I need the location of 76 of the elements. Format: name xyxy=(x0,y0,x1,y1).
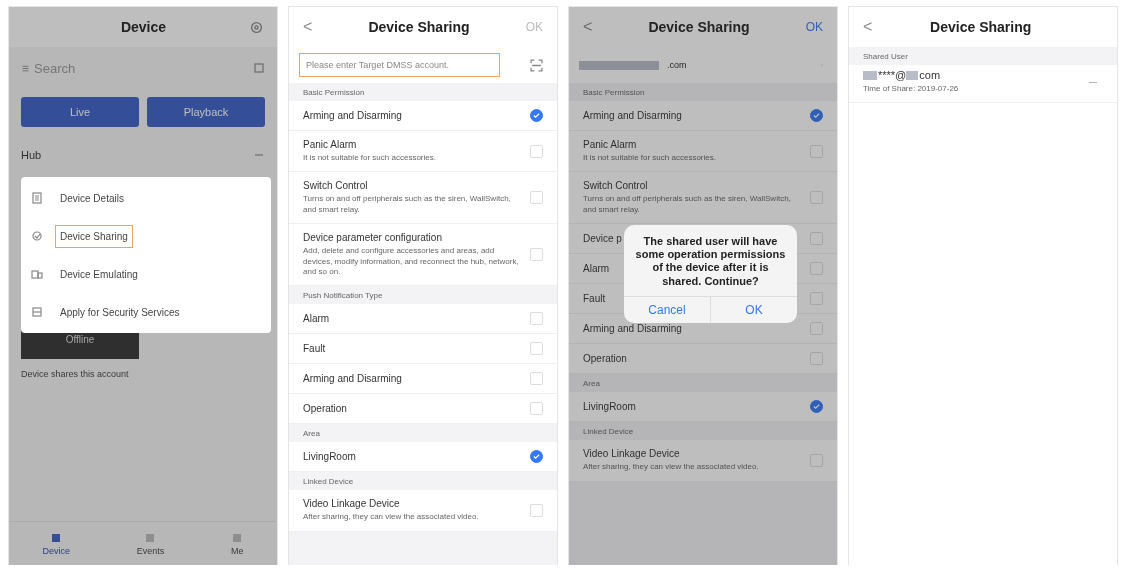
action-button[interactable]: Live xyxy=(21,97,139,127)
action-button[interactable]: Playback xyxy=(147,97,265,127)
account-domain: com xyxy=(919,69,941,81)
screen-title: Device Sharing xyxy=(930,19,1032,35)
check-circle-icon xyxy=(31,230,43,242)
permission-description: Turns on and off peripherals such as the siren, WallSwitch, and smart relay. xyxy=(303,194,512,216)
permission-label: Device p xyxy=(583,233,622,245)
permission-description: After sharing, they can view the associated video. xyxy=(583,462,759,473)
screen-title: Device xyxy=(120,19,167,35)
checkbox[interactable] xyxy=(530,109,543,122)
permission-label: Alarm xyxy=(303,313,330,325)
more-button[interactable]: — xyxy=(1083,75,1103,88)
list-icon xyxy=(31,192,43,204)
dialog-message: The shared user will have some operation permissions of the device after it is shared. Continue? xyxy=(634,234,787,289)
permission-label: Panic Alarm xyxy=(303,139,358,150)
checkmark-icon xyxy=(533,112,540,119)
menu-item[interactable]: Device Emulating xyxy=(21,255,271,293)
permission-description: Add, delete and configure accessories and areas, add devices, modify information, and reconnect the hub, network, and so on. xyxy=(303,246,520,278)
permission-label: Operation xyxy=(583,353,627,365)
tab-icon xyxy=(144,532,157,544)
checkbox[interactable] xyxy=(810,400,823,414)
permission-label: LivingRoom xyxy=(303,451,356,463)
permission-label: Arming and Disarming xyxy=(303,373,402,385)
permission-label: Alarm xyxy=(583,263,610,275)
account-bar[interactable]: .com xyxy=(569,47,837,83)
permission-label: Arming and Disarming xyxy=(303,110,402,121)
share-time: Time of Share: 2019-07-26 xyxy=(863,84,959,95)
back-button[interactable]: < xyxy=(303,18,313,36)
back-button[interactable]: < xyxy=(863,18,873,36)
tab[interactable]: Me xyxy=(225,531,250,557)
menu-item[interactable]: Device Sharing xyxy=(21,217,271,255)
screen-title: Device Sharing xyxy=(648,19,750,35)
permission-label: LivingRoom xyxy=(583,401,636,413)
tab-icon xyxy=(231,532,244,544)
settings-icon xyxy=(250,20,263,34)
permission-label: Fault xyxy=(583,293,606,305)
checkmark-icon xyxy=(533,453,540,461)
account-field[interactable]: .com xyxy=(660,53,791,77)
dialog-button[interactable]: Cancel xyxy=(624,296,710,323)
checkmark-icon xyxy=(813,403,820,411)
ok-button[interactable]: OK xyxy=(805,20,823,34)
permission-label: Video Linkage Device xyxy=(583,448,681,460)
account-field[interactable]: Please enter Target DMSS account. xyxy=(299,53,500,77)
redacted-text xyxy=(906,70,919,80)
menu-item[interactable]: Device Details xyxy=(21,179,271,217)
account-bar[interactable]: Please enter Target DMSS account. xyxy=(289,47,557,83)
permission-label: Device parameter configuration xyxy=(303,232,443,244)
permission-description: Turns on and off peripherals such as the siren, WallSwitch, and smart relay. xyxy=(583,194,792,216)
dialog-button[interactable]: OK xyxy=(710,296,797,323)
permission-label: Switch Control xyxy=(303,180,369,192)
note-text: Device shares this account xyxy=(21,369,130,379)
checkbox[interactable] xyxy=(530,450,543,464)
screen-title: Device Sharing xyxy=(368,19,470,35)
permission-label: Arming and Disarming xyxy=(583,323,682,335)
account-name: ****@ xyxy=(878,69,907,81)
tab[interactable]: Device xyxy=(36,531,76,557)
permission-description: It is not suitable for such accessories. xyxy=(583,153,716,164)
section-header: Shared User xyxy=(849,47,1117,65)
permission-description: After sharing, they can view the associated video. xyxy=(303,512,479,523)
grid-icon xyxy=(253,62,265,74)
permission-description: It is not suitable for such accessories. xyxy=(303,153,436,164)
permission-label: Switch Control xyxy=(583,180,649,192)
permission-label: Fault xyxy=(303,343,326,355)
permission-label: Video Linkage Device xyxy=(303,498,401,510)
tab[interactable]: Events xyxy=(130,531,171,557)
group-label: Hub xyxy=(21,149,42,161)
permission-label: Arming and Disarming xyxy=(583,110,682,121)
permission-label: Operation xyxy=(303,403,347,415)
permission-label: Panic Alarm xyxy=(583,139,638,150)
redacted-text xyxy=(863,70,877,80)
checkbox[interactable] xyxy=(810,109,823,122)
tab-icon xyxy=(50,532,63,544)
menu-icon xyxy=(21,63,30,73)
checkmark-icon xyxy=(813,112,820,119)
devices-icon xyxy=(31,268,43,280)
back-button[interactable]: < xyxy=(583,18,593,36)
